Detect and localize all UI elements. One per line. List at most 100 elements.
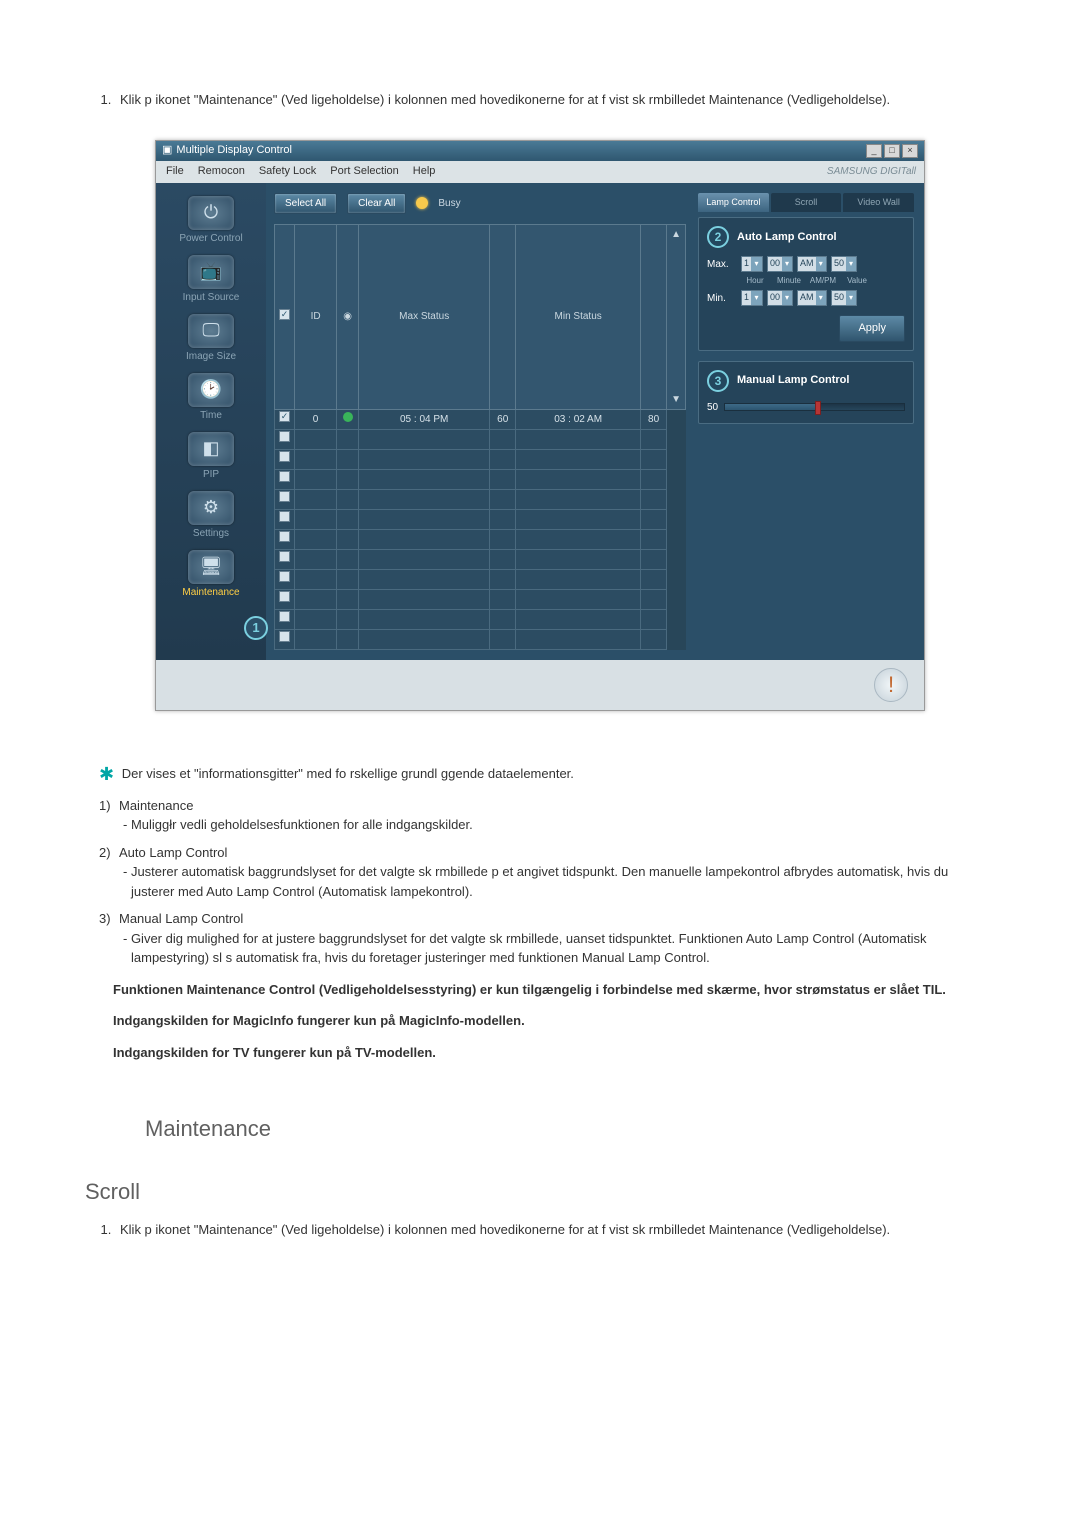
cell-min-val: 80 xyxy=(641,409,667,429)
min-ampm-select[interactable]: AM▾ xyxy=(797,290,827,306)
sidebar-item-maintenance[interactable]: 🖥 Maintenance xyxy=(166,547,256,602)
sidebar-item-image-size[interactable]: 🖵 Image Size xyxy=(166,311,256,366)
busy-indicator-icon xyxy=(416,197,428,209)
feature-auto-lamp: 2)Auto Lamp Control - Justerer automatis… xyxy=(99,843,995,902)
menu-help[interactable]: Help xyxy=(413,163,436,180)
manual-lamp-panel: 3 Manual Lamp Control 50 xyxy=(698,361,914,424)
table-row xyxy=(275,469,686,489)
max-value-select[interactable]: 50▾ xyxy=(831,256,857,272)
sidebar-label: Maintenance xyxy=(182,587,239,598)
col-max-val xyxy=(490,224,516,409)
max-minute-select[interactable]: 00▾ xyxy=(767,256,793,272)
col-min-status: Min Status xyxy=(516,224,641,409)
table-row xyxy=(275,589,686,609)
bold-note-1: Funktionen Maintenance Control (Vedligeh… xyxy=(113,980,981,1000)
manual-lamp-title: Manual Lamp Control xyxy=(737,372,849,389)
status-dot-icon xyxy=(343,412,353,422)
table-row xyxy=(275,609,686,629)
apply-button[interactable]: Apply xyxy=(839,315,905,342)
chevron-down-icon: ▾ xyxy=(846,257,856,271)
time-icon: 🕑 xyxy=(188,373,234,407)
max-ampm-select[interactable]: AM▾ xyxy=(797,256,827,272)
clear-all-button[interactable]: Clear All xyxy=(347,193,406,214)
cell-id: 0 xyxy=(295,409,337,429)
callout-2: 2 xyxy=(707,226,729,248)
input-source-icon: 📺 xyxy=(188,255,234,289)
table-row xyxy=(275,629,686,649)
heading-scroll: Scroll xyxy=(85,1175,995,1208)
tab-video-wall[interactable]: Video Wall xyxy=(843,193,914,213)
auto-lamp-title: Auto Lamp Control xyxy=(737,229,837,246)
star-icon: ✱ xyxy=(99,764,114,784)
sidebar-item-input-source[interactable]: 📺 Input Source xyxy=(166,252,256,307)
col-checkbox[interactable] xyxy=(275,224,295,409)
col-id: ID xyxy=(295,224,337,409)
menu-safety-lock[interactable]: Safety Lock xyxy=(259,163,316,180)
table-row xyxy=(275,549,686,569)
sidebar-label: Power Control xyxy=(179,233,242,244)
min-hour-select[interactable]: 1▾ xyxy=(741,290,763,306)
cell-max-status: 05 : 04 PM xyxy=(359,409,490,429)
sidebar-label: Image Size xyxy=(186,351,236,362)
sub-hour: Hour xyxy=(741,275,769,287)
grid-scrollbar[interactable]: ▲▼ xyxy=(667,224,686,409)
menubar: File Remocon Safety Lock Port Selection … xyxy=(156,161,924,183)
tab-scroll[interactable]: Scroll xyxy=(771,193,842,213)
table-row xyxy=(275,509,686,529)
alert-icon: ! xyxy=(874,668,908,702)
sub-ampm: AM/PM xyxy=(809,275,837,287)
intro-step-1: Klik p ikonet "Maintenance" (Ved ligehol… xyxy=(115,90,995,110)
maximize-button[interactable]: □ xyxy=(884,144,900,158)
sidebar-item-time[interactable]: 🕑 Time xyxy=(166,370,256,425)
heading-maintenance: Maintenance xyxy=(145,1112,995,1145)
max-hour-select[interactable]: 1▾ xyxy=(741,256,763,272)
sidebar-item-power-control[interactable]: ⏻ Power Control xyxy=(166,193,256,248)
callout-3: 3 xyxy=(707,370,729,392)
minimize-button[interactable]: _ xyxy=(866,144,882,158)
menu-port-selection[interactable]: Port Selection xyxy=(330,163,398,180)
cell-min-status: 03 : 02 AM xyxy=(516,409,641,429)
select-all-button[interactable]: Select All xyxy=(274,193,337,214)
info-grid: ID ◉ Max Status Min Status ▲▼ 0 05 : xyxy=(274,224,686,650)
feature-manual-lamp: 3)Manual Lamp Control - Giver dig muligh… xyxy=(99,909,995,968)
sidebar-item-pip[interactable]: ◧ PIP xyxy=(166,429,256,484)
chevron-down-icon: ▾ xyxy=(751,291,762,305)
col-status-icon: ◉ xyxy=(337,224,359,409)
row-checkbox[interactable] xyxy=(279,411,290,422)
chevron-down-icon: ▾ xyxy=(846,291,856,305)
sidebar-label: PIP xyxy=(203,469,219,480)
pip-icon: ◧ xyxy=(188,432,234,466)
tab-lamp-control[interactable]: Lamp Control xyxy=(698,193,769,213)
busy-label: Busy xyxy=(438,196,460,211)
table-row[interactable]: 0 05 : 04 PM 60 03 : 02 AM 80 xyxy=(275,409,686,429)
min-value-select[interactable]: 50▾ xyxy=(831,290,857,306)
sidebar-item-settings[interactable]: ⚙ Settings xyxy=(166,488,256,543)
slider-knob-icon[interactable] xyxy=(815,401,821,415)
table-row xyxy=(275,489,686,509)
intro2-step-1: Klik p ikonet "Maintenance" (Ved ligehol… xyxy=(115,1220,995,1240)
table-row xyxy=(275,429,686,449)
sidebar-label: Time xyxy=(200,410,222,421)
chevron-down-icon: ▾ xyxy=(782,291,792,305)
power-icon: ⏻ xyxy=(188,196,234,230)
sidebar-label: Settings xyxy=(193,528,229,539)
sub-value: Value xyxy=(843,275,871,287)
table-row xyxy=(275,449,686,469)
titlebar: ▣ Multiple Display Control _ □ × xyxy=(156,141,924,161)
sidebar-label: Input Source xyxy=(183,292,240,303)
settings-icon: ⚙ xyxy=(188,491,234,525)
star-note: ✱ Der vises et "informationsgitter" med … xyxy=(99,761,995,788)
menu-remocon[interactable]: Remocon xyxy=(198,163,245,180)
manual-lamp-slider[interactable] xyxy=(724,403,905,411)
bold-note-3: Indgangskilden for TV fungerer kun på TV… xyxy=(113,1043,981,1063)
close-button[interactable]: × xyxy=(902,144,918,158)
feature-maintenance: 1)Maintenance - Muliggłr vedli geholdels… xyxy=(99,796,995,835)
table-row xyxy=(275,529,686,549)
menu-file[interactable]: File xyxy=(166,163,184,180)
bold-note-2: Indgangskilden for MagicInfo fungerer ku… xyxy=(113,1011,981,1031)
col-min-val xyxy=(641,224,667,409)
min-minute-select[interactable]: 00▾ xyxy=(767,290,793,306)
sidebar: ⏻ Power Control 📺 Input Source 🖵 Image S… xyxy=(156,183,266,660)
image-size-icon: 🖵 xyxy=(188,314,234,348)
manual-value-label: 50 xyxy=(707,400,718,415)
